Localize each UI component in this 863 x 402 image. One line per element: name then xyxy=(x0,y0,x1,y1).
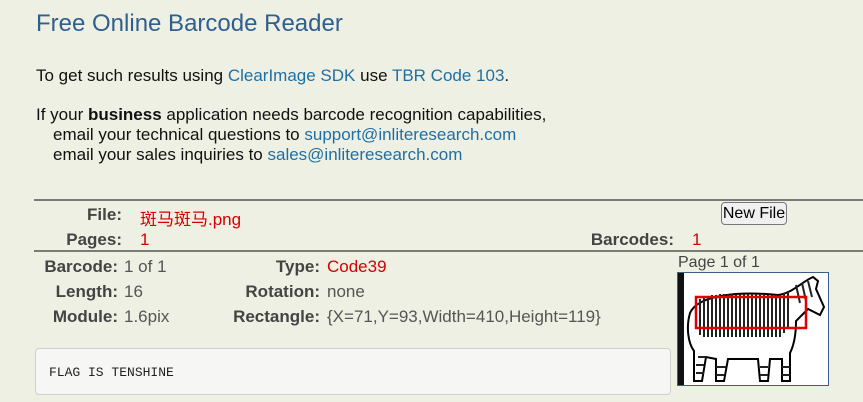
rotation-label: Rotation: xyxy=(245,282,320,301)
pages-label: Pages: xyxy=(66,230,122,249)
support-email-link[interactable]: support@inliteresearch.com xyxy=(304,125,516,144)
rectangle-value: {X=71,Y=93,Width=410,Height=119} xyxy=(327,307,601,326)
zebra-barcode-thumbnail-icon xyxy=(678,273,826,385)
type-value: Code39 xyxy=(327,257,387,276)
business-contact: If your business application needs barco… xyxy=(36,105,547,164)
barcode-label: Barcode: xyxy=(44,257,118,276)
tbr-code-link[interactable]: TBR Code 103 xyxy=(392,66,504,85)
sales-email-link[interactable]: sales@inliteresearch.com xyxy=(267,145,462,164)
divider-mid xyxy=(34,250,863,252)
divider-top xyxy=(34,199,863,201)
file-name: 斑马斑马.png xyxy=(140,210,242,229)
file-label: File: xyxy=(87,205,122,224)
intro-text: To get such results using ClearImage SDK… xyxy=(36,66,510,85)
module-label: Module: xyxy=(52,307,118,326)
length-label: Length: xyxy=(55,282,118,301)
barcode-value: 1 of 1 xyxy=(124,257,167,276)
barcodes-label: Barcodes: xyxy=(590,230,674,249)
length-value: 16 xyxy=(124,282,143,301)
decoded-text-box[interactable]: FLAG IS TENSHINE xyxy=(35,348,671,395)
module-value: 1.6pix xyxy=(124,307,170,326)
page-caption: Page 1 of 1 xyxy=(678,254,760,271)
type-label: Type: xyxy=(275,257,320,276)
barcodes-value: 1 xyxy=(692,230,702,249)
barcode-thumbnail xyxy=(677,272,829,386)
page-title: Free Online Barcode Reader xyxy=(36,10,343,37)
rectangle-label: Rectangle: xyxy=(233,307,320,326)
rotation-value: none xyxy=(327,282,365,301)
clearimage-sdk-link[interactable]: ClearImage SDK xyxy=(228,66,356,85)
new-file-button[interactable]: New File xyxy=(721,202,787,225)
decoded-text: FLAG IS TENSHINE xyxy=(49,365,174,380)
pages-value: 1 xyxy=(140,230,150,249)
